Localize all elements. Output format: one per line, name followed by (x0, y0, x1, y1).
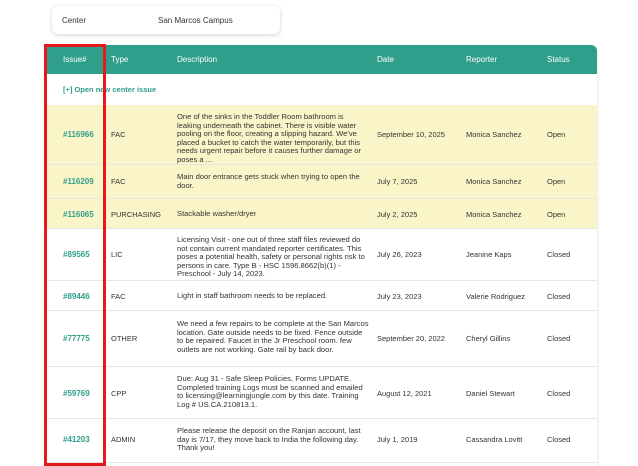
header-date[interactable]: Date (377, 55, 394, 64)
issue-date: July 26, 2023 (377, 250, 422, 259)
table-row[interactable]: #59769 CPP Due: Aug 31 - Safe Sleep Poli… (46, 367, 597, 419)
issue-link[interactable]: #41203 (63, 435, 90, 444)
header-type[interactable]: Type (111, 55, 128, 64)
issue-link[interactable]: #116966 (63, 130, 94, 139)
center-label: Center (62, 15, 87, 25)
table-row[interactable]: #41203 ADMIN Please release the deposit … (46, 419, 597, 463)
issue-reporter: Monica Sanchez (466, 130, 522, 139)
issue-type: FAC (111, 177, 126, 186)
issue-link[interactable]: #59769 (63, 389, 90, 398)
issue-reporter: Daniel Stewart (466, 389, 515, 398)
issue-type: OTHER (111, 334, 138, 343)
table-row[interactable]: #89565 LIC Licensing Visit - one out of … (46, 229, 597, 281)
header-issue[interactable]: Issue# (63, 55, 87, 64)
issue-status: Closed (547, 435, 571, 444)
issue-link[interactable]: #77775 (63, 334, 90, 343)
issue-reporter: Jeanine Kaps (466, 250, 512, 259)
open-new-issue-link[interactable]: [+] Open new center issue (63, 85, 156, 94)
issue-date: August 12, 2021 (377, 389, 432, 398)
center-value[interactable]: San Marcos Campus (158, 16, 233, 25)
issue-description: Light in staff bathroom needs to be repl… (177, 291, 328, 300)
issue-reporter: Cassandra Lovitt (466, 435, 523, 444)
issue-reporter: Cheryl Gillins (466, 334, 511, 343)
issue-type: LIC (111, 250, 123, 259)
issue-reporter: Valerie Rodriguez (466, 292, 526, 301)
issue-link[interactable]: #89565 (63, 250, 90, 259)
issue-type: ADMIN (111, 435, 136, 444)
issue-status: Open (547, 177, 566, 186)
issue-date: September 20, 2022 (377, 334, 445, 343)
issues-table: Issue# Type Description Date Reporter St… (46, 45, 597, 466)
issue-description: Please release the deposit on the Ranjan… (177, 426, 361, 453)
issue-description: One of the sinks in the Toddler Room bat… (177, 112, 362, 164)
issue-status: Open (547, 210, 566, 219)
issue-description: Stackable washer/dryer (177, 209, 257, 218)
issue-description: Main door entrance gets stuck when tryin… (177, 172, 360, 190)
header-description[interactable]: Description (177, 55, 217, 64)
issue-date: July 7, 2025 (377, 177, 418, 186)
issue-description: Due: Aug 31 - Safe Sleep Policies, Forms… (177, 374, 363, 409)
issue-status: Closed (547, 334, 571, 343)
issue-status: Closed (547, 292, 571, 301)
issue-reporter: Monica Sanchez (466, 210, 522, 219)
header-reporter[interactable]: Reporter (466, 55, 497, 64)
issue-link[interactable]: #89446 (63, 292, 90, 301)
table-row[interactable]: #116966 FAC One of the sinks in the Todd… (46, 105, 597, 165)
header-status[interactable]: Status (547, 55, 570, 64)
issue-reporter: Monica Sanchez (466, 177, 522, 186)
table-row[interactable]: #116065 PURCHASING Stackable washer/drye… (46, 199, 597, 229)
issue-type: FAC (111, 130, 126, 139)
table-header: Issue# Type Description Date Reporter St… (46, 45, 597, 74)
table-row[interactable]: #116209 FAC Main door entrance gets stuc… (46, 165, 597, 199)
issue-date: July 23, 2023 (377, 292, 422, 301)
table-row[interactable]: #77775 OTHER We need a few repairs to be… (46, 311, 597, 367)
issue-status: Closed (547, 250, 571, 259)
table-row[interactable]: #89446 FAC Light in staff bathroom needs… (46, 281, 597, 311)
issue-description: Licensing Visit - one out of three staff… (177, 235, 365, 279)
issue-type: FAC (111, 292, 126, 301)
center-selector[interactable]: Center San Marcos Campus (52, 6, 280, 34)
issue-status: Closed (547, 389, 571, 398)
issue-link[interactable]: #116209 (63, 177, 94, 186)
issue-link[interactable]: #116065 (63, 210, 94, 219)
issue-date: September 10, 2025 (377, 130, 445, 139)
issue-date: July 2, 2025 (377, 210, 418, 219)
issue-type: CPP (111, 389, 127, 398)
issue-type: PURCHASING (111, 210, 162, 219)
issue-status: Open (547, 130, 566, 139)
issue-description: We need a few repairs to be complete at … (177, 319, 369, 354)
issue-date: July 1, 2019 (377, 435, 418, 444)
